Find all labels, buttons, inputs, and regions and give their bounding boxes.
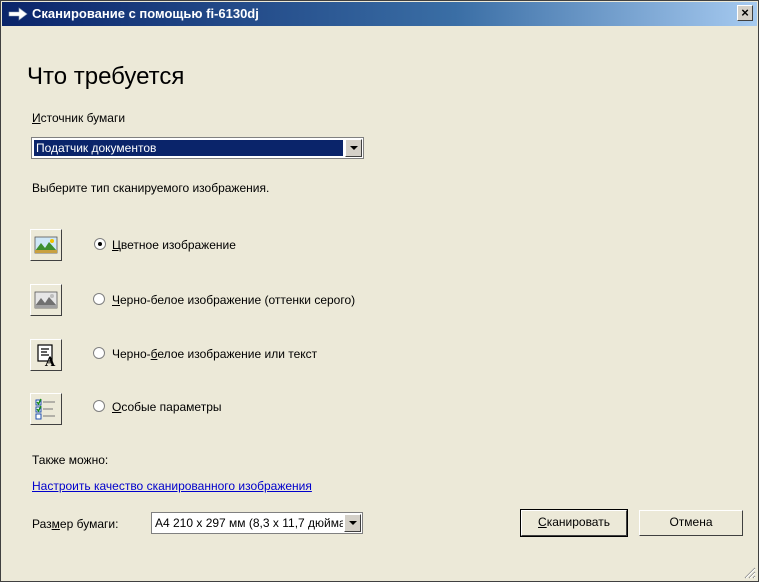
paper-source-value: Податчик документов: [34, 140, 343, 156]
color-image-radio[interactable]: [94, 238, 106, 250]
chevron-down-icon[interactable]: [344, 514, 361, 532]
scanner-arrow-icon: [8, 7, 28, 21]
color-image-label[interactable]: Цветное изображение: [112, 238, 367, 252]
paper-source-label-rest: сточник бумаги: [40, 111, 126, 125]
paper-size-label-pre: Раз: [32, 517, 52, 531]
grayscale-picture-icon[interactable]: [30, 284, 62, 316]
also-label: Также можно:: [32, 453, 109, 467]
scan-button-accel: С: [538, 515, 547, 529]
adjust-quality-link[interactable]: Настроить качество сканированного изобра…: [32, 478, 322, 494]
grayscale-image-label-rest: ерно-белое изображение (оттенки серого): [120, 293, 356, 307]
custom-settings-accel: О: [112, 400, 122, 414]
resize-grip-icon[interactable]: [742, 565, 756, 579]
grayscale-image-radio[interactable]: [93, 293, 105, 305]
grayscale-image-label[interactable]: Черно-белое изображение (оттенки серого): [112, 293, 367, 307]
close-icon: ×: [741, 5, 749, 20]
bw-text-label[interactable]: Черно-белое изображение или текст: [112, 347, 367, 361]
paper-source-label: Источник бумаги: [32, 111, 125, 125]
cancel-button[interactable]: Отмена: [639, 510, 743, 536]
scan-button[interactable]: Сканировать: [520, 509, 628, 537]
window-title: Сканирование с помощью fi-6130dj: [32, 6, 259, 21]
bw-text-icon[interactable]: A: [30, 339, 62, 371]
custom-settings-label[interactable]: Особые параметры: [112, 400, 367, 414]
page-heading: Что требуется: [27, 63, 185, 90]
custom-settings-radio[interactable]: [93, 400, 105, 412]
paper-size-accel: м: [51, 517, 60, 531]
close-button[interactable]: ×: [737, 5, 753, 21]
scan-dialog: Сканирование с помощью fi-6130dj × Что т…: [0, 0, 759, 582]
chevron-down-icon[interactable]: [345, 139, 362, 157]
image-type-prompt: Выберите тип сканируемого изображения.: [32, 181, 270, 195]
custom-settings-label-rest: собые параметры: [121, 400, 222, 414]
color-image-accel: Ц: [112, 238, 121, 252]
custom-settings-icon[interactable]: [30, 393, 62, 425]
title-bar[interactable]: Сканирование с помощью fi-6130dj ×: [2, 2, 757, 26]
paper-size-label: Размер бумаги:: [32, 517, 118, 531]
bw-text-radio[interactable]: [93, 347, 105, 359]
bw-text-label-rest: елое изображение или текст: [157, 347, 318, 361]
scan-button-label-rest: канировать: [546, 515, 610, 529]
paper-source-accel: И: [32, 111, 41, 125]
bw-text-label-pre: Черно-: [112, 347, 151, 361]
paper-size-dropdown[interactable]: А4 210 x 297 мм (8,3 x 11,7 дюйма): [151, 512, 363, 534]
paper-size-value: А4 210 x 297 мм (8,3 x 11,7 дюйма): [155, 516, 343, 530]
paper-source-dropdown[interactable]: Податчик документов: [31, 137, 364, 159]
paper-size-label-post: ер бумаги:: [59, 517, 119, 531]
grayscale-image-accel: Ч: [112, 293, 120, 307]
color-picture-icon[interactable]: [30, 229, 62, 261]
svg-text:A: A: [44, 355, 56, 367]
color-image-label-rest: ветное изображение: [120, 238, 236, 252]
